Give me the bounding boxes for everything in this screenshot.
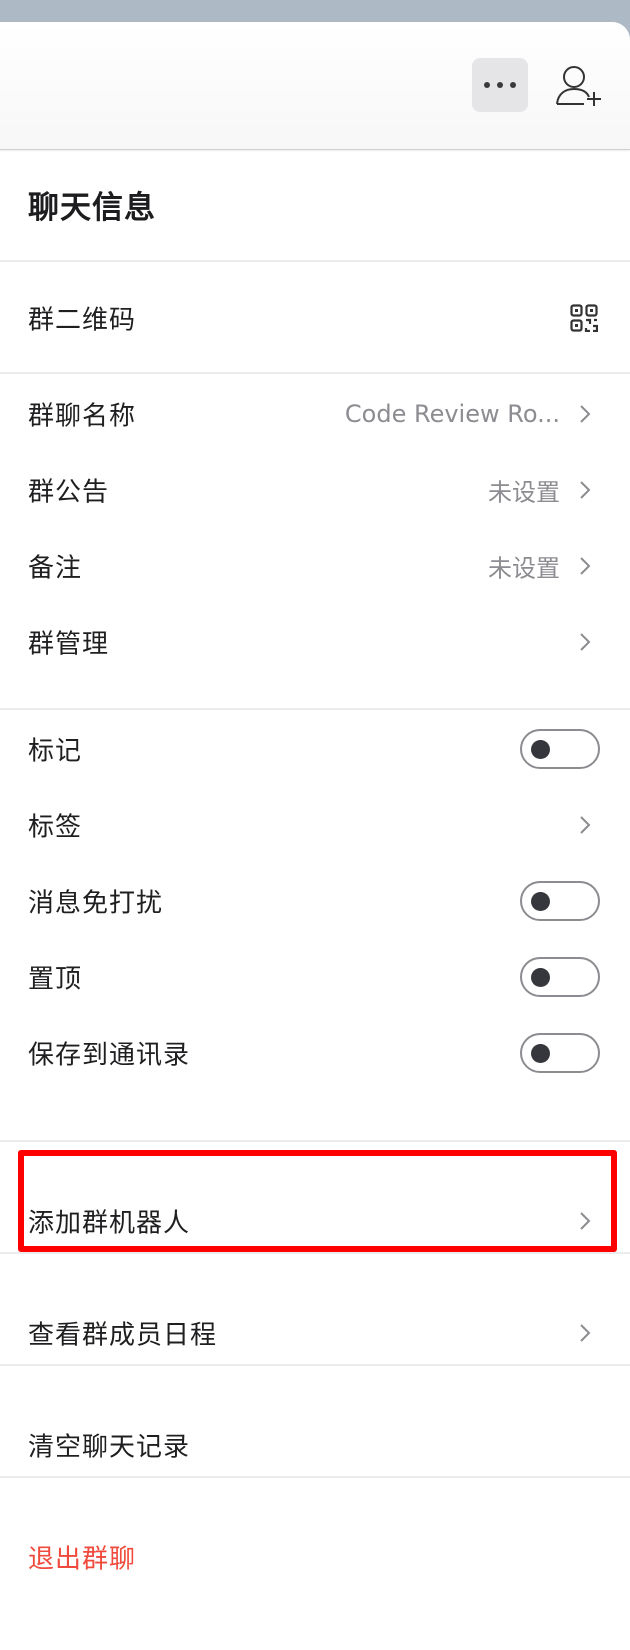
remark-value: 未设置 [488,554,560,583]
save-to-contacts-label: 保存到通讯录 [28,1040,191,1071]
chevron-right-icon [580,816,591,834]
chevron-right-icon [580,557,591,575]
do-not-disturb-label: 消息免打扰 [28,888,164,919]
top-toolbar [0,22,630,150]
chat-info-panel: 聊天信息 群二维码 群聊名称 Code Review Ro... 群公告 未设置… [0,22,630,1650]
add-person-icon[interactable] [554,64,604,106]
toggle-knob [531,740,550,759]
toggle-knob [531,968,550,987]
do-not-disturb-row: 消息免打扰 [0,863,630,939]
remark-row[interactable]: 备注 未设置 [0,528,630,604]
mark-row: 标记 [0,711,630,787]
group-announcement-value: 未设置 [488,478,560,507]
toggle-knob [531,892,550,911]
clear-chat-history-row[interactable]: 清空聊天记录 [0,1404,630,1486]
qr-code-label: 群二维码 [28,305,137,336]
divider [0,372,630,374]
page-title: 聊天信息 [28,190,156,226]
view-member-schedule-row[interactable]: 查看群成员日程 [0,1292,630,1374]
divider [0,1252,630,1254]
pin-top-toggle[interactable] [520,957,600,997]
chevron-right-icon [580,1324,591,1342]
exit-group-row[interactable]: 退出群聊 [0,1516,630,1598]
group-name-row[interactable]: 群聊名称 Code Review Ro... [0,376,630,452]
remark-label: 备注 [28,553,83,584]
mark-label: 标记 [28,736,83,767]
clear-chat-history-label: 清空聊天记录 [28,1432,191,1463]
divider [0,1476,630,1478]
group-name-value: Code Review Ro... [344,400,560,428]
view-member-schedule-label: 查看群成员日程 [28,1320,218,1351]
chevron-right-icon [580,633,591,651]
save-to-contacts-toggle[interactable] [520,1033,600,1073]
toggle-knob [531,1044,550,1063]
qr-code-row[interactable]: 群二维码 [0,280,630,356]
exit-group-label: 退出群聊 [28,1544,137,1575]
save-to-contacts-row: 保存到通讯录 [0,1015,630,1091]
divider [0,1364,630,1366]
group-management-row[interactable]: 群管理 [0,604,630,680]
group-announcement-label: 群公告 [28,477,110,508]
tags-row[interactable]: 标签 [0,787,630,863]
group-name-label: 群聊名称 [28,401,137,432]
do-not-disturb-toggle[interactable] [520,881,600,921]
mark-toggle[interactable] [520,729,600,769]
pin-top-label: 置顶 [28,964,83,995]
tags-label: 标签 [28,812,83,843]
divider [0,1140,630,1142]
group-management-label: 群管理 [28,629,110,660]
pin-top-row: 置顶 [0,939,630,1015]
chevron-right-icon [580,481,591,499]
chevron-right-icon [580,405,591,423]
divider [0,708,630,710]
more-dots-icon[interactable] [472,58,528,112]
qr-code-icon[interactable] [570,304,598,332]
divider [0,260,630,262]
highlight-box [18,1150,617,1252]
group-announcement-row[interactable]: 群公告 未设置 [0,452,630,528]
